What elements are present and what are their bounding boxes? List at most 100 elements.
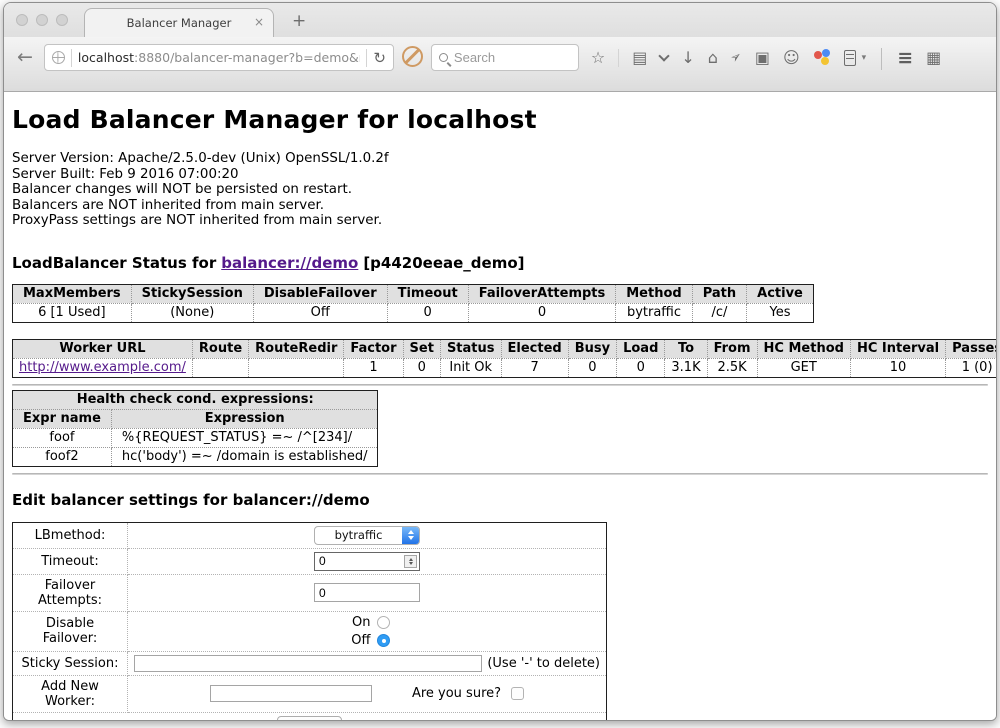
pocket-icon[interactable] [659, 50, 670, 61]
disable-failover-on-radio[interactable] [377, 616, 390, 629]
cell-hc-interval: 10 [850, 358, 945, 377]
are-you-sure-checkbox[interactable] [511, 687, 524, 700]
server-note-line: Balancers are NOT inherited from main se… [12, 198, 988, 214]
smiley-icon[interactable]: ☺ [783, 44, 800, 71]
table-row: 6 [1 Used] (None) Off 0 0 bytraffic /c/ … [13, 303, 814, 322]
column-header: Expression [111, 409, 378, 428]
urlbar-divider [71, 49, 72, 67]
table-row: foof %{REQUEST_STATUS} =~ /^[234]/ [13, 428, 378, 447]
cell-method: bytraffic [616, 303, 692, 322]
form-row-lbmethod: LBmethod: bytraffic [13, 522, 607, 548]
column-header: RouteRedir [249, 339, 344, 358]
disable-failover-off-radio[interactable] [377, 634, 390, 647]
page-content: Load Balancer Manager for localhost Serv… [4, 92, 996, 721]
cell-worker-url: http://www.example.com/ [13, 358, 193, 377]
balancer-demo-link[interactable]: balancer://demo [221, 254, 358, 272]
reload-icon[interactable]: ↻ [373, 49, 386, 67]
table-header-row: Worker URL Route RouteRedir Factor Set S… [13, 339, 997, 358]
url-input[interactable]: localhost:8880/balancer-manager?b=demo&n… [78, 50, 360, 65]
globe-icon [52, 51, 65, 64]
column-header: Worker URL [13, 339, 193, 358]
back-icon[interactable]: ← [14, 44, 36, 70]
health-table-title: Health check cond. expressions: [13, 390, 378, 409]
cell-factor: 1 [344, 358, 403, 377]
column-header: HC Method [757, 339, 850, 358]
new-tab-button[interactable]: + [292, 11, 306, 31]
column-header: Method [616, 284, 692, 303]
tab-title: Balancer Manager [127, 16, 232, 30]
cell-disablefailover: Off [253, 303, 387, 322]
menu-icon[interactable]: ≡ [897, 47, 913, 69]
column-header: Route [192, 339, 248, 358]
window-controls [16, 14, 68, 26]
url-bar[interactable]: localhost:8880/balancer-manager?b=demo&n… [44, 44, 394, 71]
balancer-status-table: MaxMembers StickySession DisableFailover… [12, 284, 814, 323]
column-header: Load [617, 339, 665, 358]
screenshot-root: Balancer Manager × + ← localhost:8880/ba… [0, 0, 1000, 728]
lbmethod-selected-value: bytraffic [315, 527, 402, 544]
notes-extension-icon[interactable] [844, 50, 856, 66]
health-check-table: Health check cond. expressions: Expr nam… [12, 390, 378, 467]
send-tab-icon[interactable]: ➢ [727, 48, 745, 67]
cell-expression: hc('body') =~ /domain is established/ [111, 447, 378, 466]
minimize-window-button[interactable] [36, 14, 48, 26]
search-bar[interactable] [431, 44, 579, 71]
column-header: Set [403, 339, 440, 358]
tab-close-icon[interactable]: × [254, 15, 264, 29]
server-note-line: ProxyPass settings are NOT inherited fro… [12, 213, 988, 229]
chevron-down-icon[interactable]: ▾ [862, 53, 867, 63]
cell-from: 2.5K [707, 358, 757, 377]
column-header: StickySession [131, 284, 253, 303]
add-worker-label: Add New Worker: [13, 675, 128, 712]
failover-attempts-input[interactable] [314, 583, 420, 602]
cell-active: Yes [747, 303, 814, 322]
server-note-line: Balancer changes will NOT be persisted o… [12, 182, 988, 198]
table-title-row: Health check cond. expressions: [13, 390, 378, 409]
cell-maxmembers: 6 [1 Used] [13, 303, 132, 322]
zoom-window-button[interactable] [56, 14, 68, 26]
toolbar-divider [618, 49, 619, 67]
home-icon[interactable]: ⌂ [708, 44, 718, 71]
form-row-sticky-session: Sticky Session: (Use '-' to delete) [13, 651, 607, 675]
select-stepper-icon [402, 527, 419, 544]
cell-timeout: 0 [387, 303, 468, 322]
cell-busy: 0 [568, 358, 616, 377]
cell-expr-name: foof2 [13, 447, 112, 466]
colored-dots-extension-icon[interactable] [813, 49, 831, 67]
tab-balancer-manager[interactable]: Balancer Manager × [84, 8, 274, 37]
column-header: Path [692, 284, 746, 303]
table-header-row: Expr name Expression [13, 409, 378, 428]
server-built-line: Server Built: Feb 9 2016 07:00:20 [12, 167, 988, 183]
column-header: HC Interval [850, 339, 945, 358]
search-input[interactable] [454, 50, 554, 65]
column-header: DisableFailover [253, 284, 387, 303]
column-header: Timeout [387, 284, 468, 303]
column-header: Passes [946, 339, 996, 358]
submit-button[interactable]: Submit [277, 716, 342, 721]
lbmethod-select[interactable]: bytraffic [314, 526, 420, 545]
toolbar-divider [881, 48, 882, 70]
worker-url-link[interactable]: http://www.example.com/ [19, 360, 186, 375]
add-worker-input[interactable] [210, 685, 372, 702]
radio-off-label: Off [345, 633, 371, 648]
clipboard-icon[interactable]: ▤ [632, 44, 647, 71]
form-row-timeout: Timeout: [13, 548, 607, 574]
downloads-icon[interactable]: ↓ [681, 44, 694, 71]
column-header: Status [440, 339, 501, 358]
disable-failover-label: Disable Failover: [13, 611, 128, 651]
form-row-submit: Submit [13, 712, 607, 721]
number-spinner-icon[interactable] [404, 555, 417, 568]
pages-grid-icon[interactable]: ▦ [926, 44, 941, 71]
urlbar-divider [366, 49, 367, 67]
bookmark-star-icon[interactable]: ☆ [591, 44, 605, 71]
are-you-sure-label: Are you sure? [412, 686, 501, 701]
edit-settings-heading: Edit balancer settings for balancer://de… [12, 491, 988, 509]
sticky-session-input[interactable] [134, 655, 482, 672]
cell-route [192, 358, 248, 377]
close-window-button[interactable] [16, 14, 28, 26]
install-icon[interactable]: ▣ [755, 44, 770, 71]
cell-path: /c/ [692, 303, 746, 322]
status-heading-suffix: [p4420eeae_demo] [363, 254, 524, 272]
cell-set: 0 [403, 358, 440, 377]
blocker-extension-icon[interactable] [402, 46, 423, 67]
